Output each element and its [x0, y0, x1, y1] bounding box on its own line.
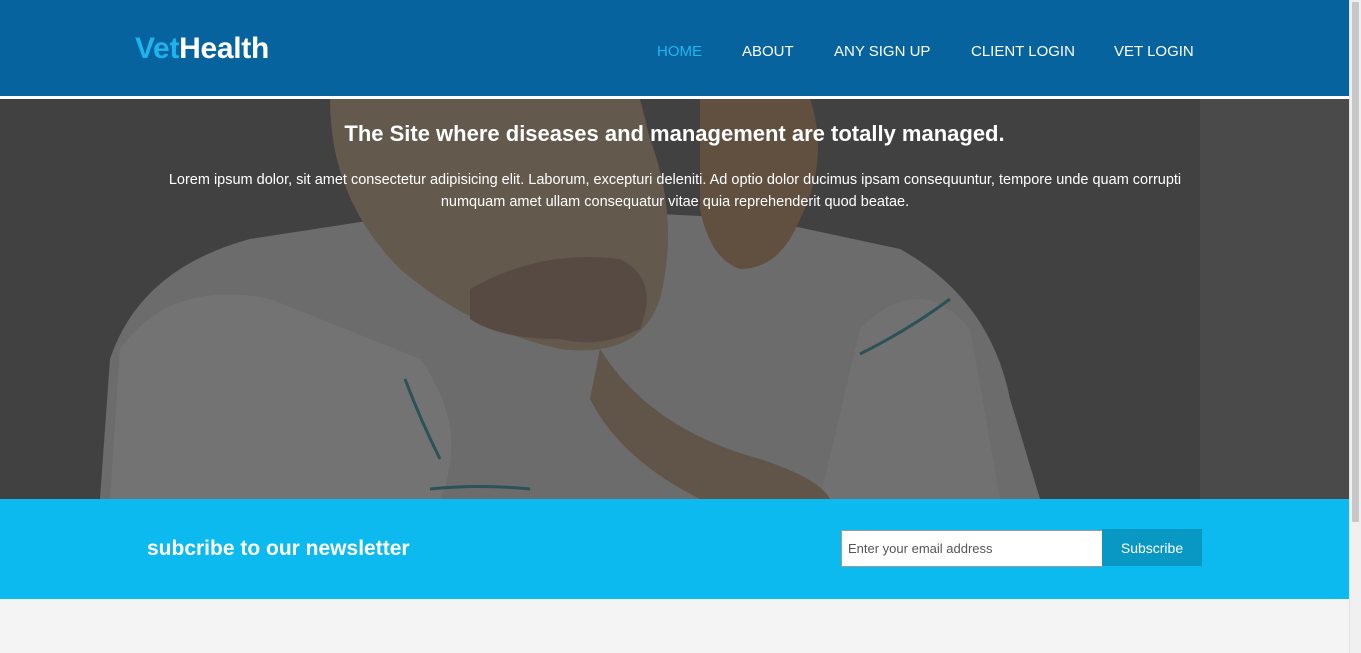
hero-dark-overlay — [0, 99, 1349, 499]
newsletter-title: subcribe to our newsletter — [147, 537, 410, 560]
nav-client-login[interactable]: CLIENT LOGIN — [971, 42, 1075, 62]
nav-vet-login[interactable]: VET LOGIN — [1114, 42, 1194, 62]
hero-banner: The Site where diseases and management a… — [0, 99, 1349, 499]
hero-description: Lorem ipsum dolor, sit amet consectetur … — [168, 172, 1182, 210]
newsletter-section: subcribe to our newsletter Subscribe — [0, 499, 1349, 599]
hero-title: The Site where diseases and management a… — [344, 121, 1005, 146]
nav-any-sign-up[interactable]: ANY SIGN UP — [834, 42, 930, 62]
page-footer-area — [0, 599, 1349, 653]
vertical-scrollbar[interactable] — [1349, 0, 1361, 653]
nav-home[interactable]: HOME — [657, 42, 702, 62]
scrollbar-thumb[interactable] — [1352, 2, 1359, 522]
site-header: VetHealth HOME ABOUT ANY SIGN UP CLIENT … — [0, 0, 1349, 96]
email-input[interactable] — [841, 530, 1103, 567]
hero-side-shade — [1200, 99, 1349, 499]
page: VetHealth HOME ABOUT ANY SIGN UP CLIENT … — [0, 0, 1349, 653]
subscribe-button[interactable]: Subscribe — [1102, 529, 1202, 566]
main-nav: HOME ABOUT ANY SIGN UP CLIENT LOGIN VET … — [0, 42, 1349, 62]
nav-about[interactable]: ABOUT — [742, 42, 794, 62]
